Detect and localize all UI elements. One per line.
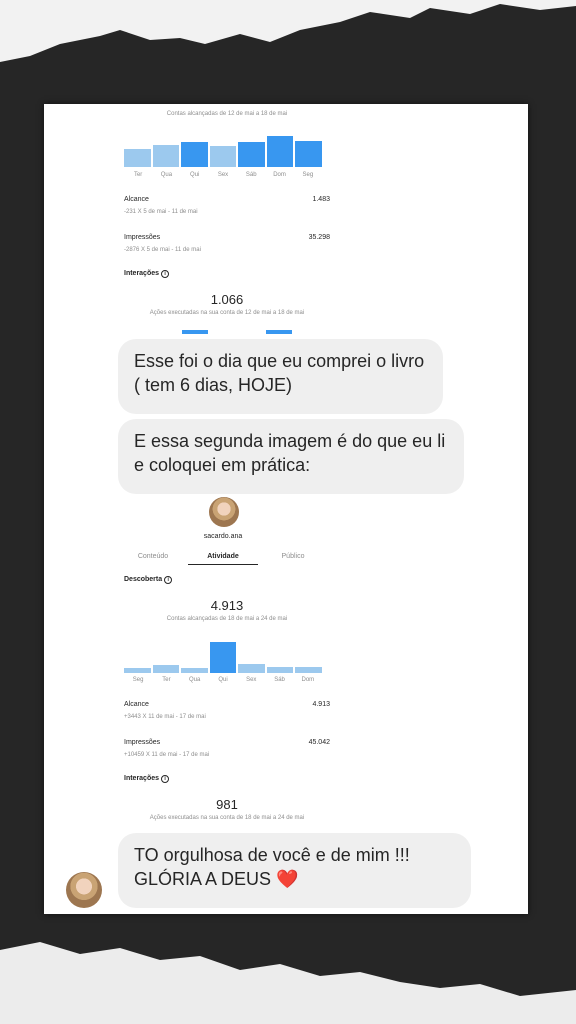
chart-day-label: Sex <box>217 172 229 178</box>
chart-day-label: Qui <box>218 677 228 683</box>
chart-bar <box>124 149 151 167</box>
descoberta-heading: Descoberta i <box>124 576 330 584</box>
chart-bar <box>209 641 237 673</box>
torn-paper-bottom <box>0 942 576 1024</box>
interacoes-heading-2: Interações i <box>124 775 330 783</box>
chart-bar <box>266 666 294 673</box>
interacoes-sub-2: Ações executadas na sua conta de 18 de m… <box>149 815 305 821</box>
insights-tabs: Conteúdo Atividade Público <box>118 553 328 565</box>
chart-day-label: Ter <box>133 172 143 178</box>
descoberta-label: Descoberta <box>124 576 163 583</box>
impressoes-row-2: Impressões 45.042 <box>124 739 330 746</box>
torn-paper-top <box>0 0 576 62</box>
alcance-label: Alcance <box>124 701 149 708</box>
alcance-sub-1: -231 X 5 de mai - 11 de mai <box>124 209 198 215</box>
impressoes-label: Impressões <box>124 739 161 746</box>
alcance-row-1: Alcance 1.483 <box>124 196 330 203</box>
chart-bar <box>181 667 208 673</box>
chart-day-label: Sex <box>246 677 257 683</box>
reach-chart-2 <box>124 637 323 673</box>
impressoes-value: 35.298 <box>308 234 330 241</box>
chart-bar <box>295 666 323 673</box>
bar-fragment <box>182 330 208 334</box>
interacoes-value-1: 1.066 <box>210 292 244 307</box>
chart-day-label: Ter <box>162 677 171 683</box>
chart-bar <box>266 135 294 167</box>
tab-atividade[interactable]: Atividade <box>188 553 258 565</box>
message-bubble: TO orgulhosa de você e de mim !!! GLÓRIA… <box>118 833 471 908</box>
interacoes-value-2: 981 <box>216 797 238 812</box>
chart-day-label: Sáb <box>245 172 257 178</box>
interacoes-sub-1: Ações executadas na sua conta de 12 de m… <box>149 310 305 316</box>
alcance-row-2: Alcance 4.913 <box>124 701 330 708</box>
chart-day-label: Dom <box>301 677 315 683</box>
chart-days-2: Seg Ter Qua Qui Sex Sáb Dom <box>124 677 322 683</box>
chart-day-label: Qua <box>189 677 201 683</box>
reach-range-1: Contas alcançadas de 12 de mai a 18 de m… <box>166 111 288 117</box>
chart-day-label: Seg <box>132 677 144 683</box>
impressoes-sub-2: +10459 X 11 de mai - 17 de mai <box>124 752 210 758</box>
chart-bar <box>295 140 323 167</box>
chart-bar <box>124 667 151 673</box>
bar-fragment <box>266 330 292 334</box>
chart-bar <box>181 141 208 167</box>
interacoes-label: Interações <box>124 775 160 782</box>
reach-chart-1 <box>124 131 323 167</box>
chart-bar <box>238 141 265 167</box>
alcance-value: 1.483 <box>312 196 330 203</box>
tab-conteudo[interactable]: Conteúdo <box>118 553 188 565</box>
chart-day-label: Qua <box>160 172 173 178</box>
chart-bar <box>152 664 180 673</box>
chart-bar <box>152 144 180 167</box>
message-bubble: Esse foi o dia que eu comprei o livro ( … <box>118 339 443 414</box>
chart-bar <box>238 664 265 673</box>
alcance-label: Alcance <box>124 196 149 203</box>
alcance-value: 4.913 <box>312 701 330 708</box>
reach-range-2: Contas alcançadas de 18 de mai a 24 de m… <box>166 616 288 622</box>
interacoes-label: Interações <box>124 270 160 277</box>
chart-day-label: Dom <box>273 172 286 178</box>
chart-days-1: Ter Qua Qui Sex Sáb Dom Seg <box>124 172 322 178</box>
impressoes-value: 45.042 <box>308 739 330 746</box>
descoberta-value: 4.913 <box>210 598 244 613</box>
interacoes-heading-1: Interações i <box>124 270 330 278</box>
info-icon[interactable]: i <box>164 576 173 584</box>
impressoes-label: Impressões <box>124 234 161 241</box>
chart-day-label: Seg <box>302 172 314 178</box>
tab-publico[interactable]: Público <box>258 553 328 565</box>
profile-username: sacardo.ana <box>203 533 243 540</box>
info-icon[interactable]: i <box>161 775 170 783</box>
chart-day-label: Qui <box>190 172 200 178</box>
alcance-sub-2: +3443 X 11 de mai - 17 de mai <box>124 714 206 720</box>
message-bubble: E essa segunda imagem é do que eu li e c… <box>118 419 464 494</box>
sender-avatar[interactable] <box>66 872 102 908</box>
info-icon[interactable]: i <box>161 270 170 278</box>
chart-day-label: Sáb <box>274 677 285 683</box>
chart-bar <box>209 146 237 167</box>
profile-avatar[interactable] <box>209 497 239 527</box>
impressoes-sub-1: -2876 X 5 de mai - 11 de mai <box>124 247 201 253</box>
impressoes-row-1: Impressões 35.298 <box>124 234 330 241</box>
